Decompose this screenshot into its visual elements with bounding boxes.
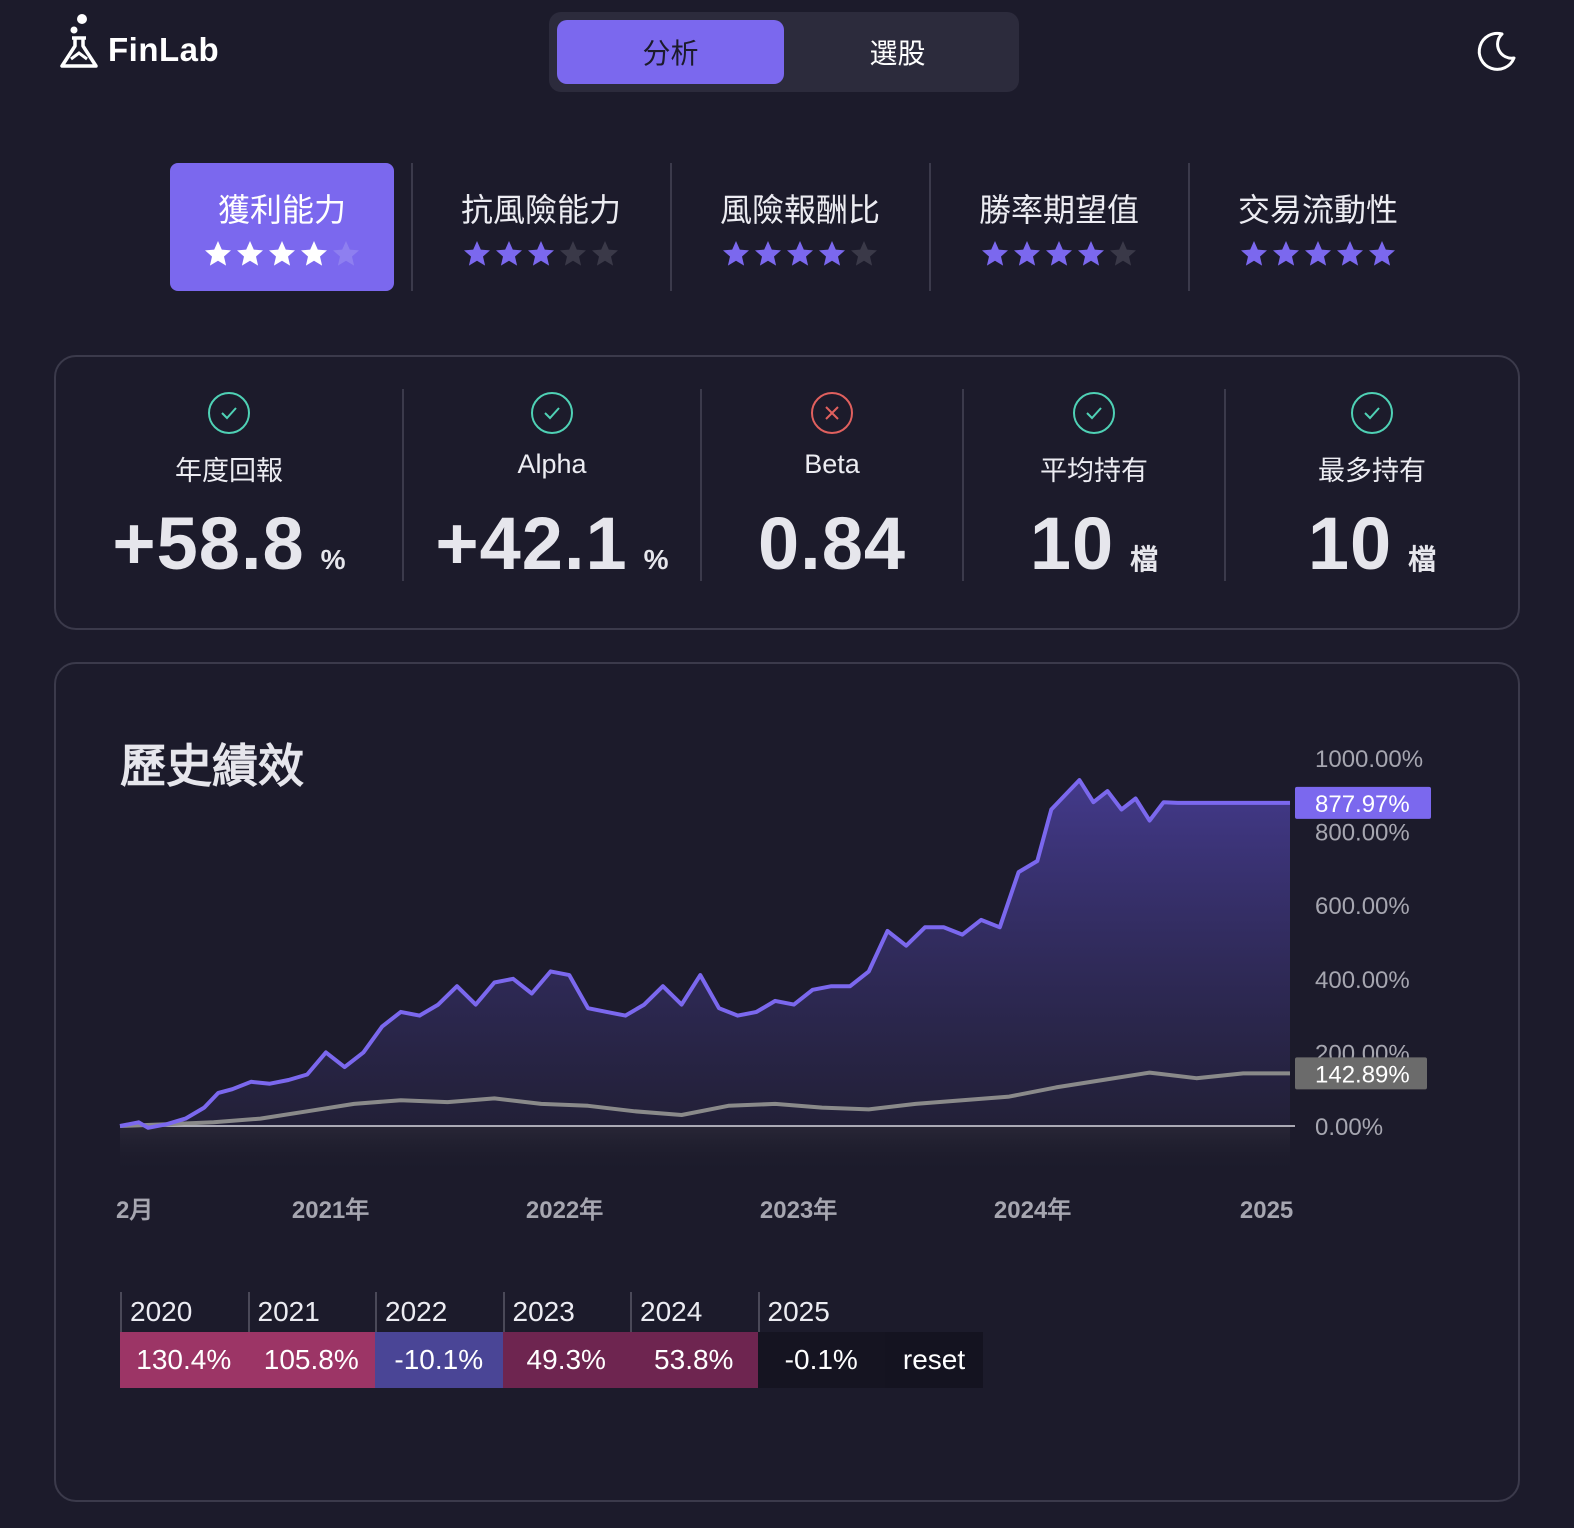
yearly-returns-table: 2020 130.4% 2021 105.8% 2022 -10.1% 2023… <box>120 1292 983 1388</box>
x-tick-label: 2月 <box>116 1197 153 1224</box>
year-column-2023[interactable]: 2023 49.3% <box>502 1292 631 1388</box>
y-tick-label: 400.00% <box>1315 967 1410 994</box>
year-label: 2022 <box>375 1292 503 1332</box>
year-return: 49.3% <box>502 1332 630 1388</box>
year-return: 105.8% <box>247 1332 375 1388</box>
year-label: 2024 <box>630 1292 758 1332</box>
y-tick-label: 0.00% <box>1315 1114 1383 1141</box>
year-column-2025[interactable]: 2025 -0.1% <box>757 1292 886 1388</box>
y-tick-label: 800.00% <box>1315 820 1410 847</box>
strategy-last-value: 877.97% <box>1315 791 1410 818</box>
y-tick-label: 600.00% <box>1315 893 1410 920</box>
year-column-2021[interactable]: 2021 105.8% <box>247 1292 376 1388</box>
x-tick-label: 2024年 <box>994 1196 1071 1224</box>
year-column-2022[interactable]: 2022 -10.1% <box>375 1292 503 1388</box>
benchmark-last-value: 142.89% <box>1315 1061 1410 1088</box>
year-return: -0.1% <box>757 1332 885 1388</box>
year-column-2020[interactable]: 2020 130.4% <box>120 1292 248 1388</box>
x-tick-label: 2023年 <box>760 1196 837 1224</box>
chart-below-zero-band <box>120 1126 1290 1174</box>
y-tick-label: 1000.00% <box>1315 746 1423 773</box>
year-return: 53.8% <box>630 1332 758 1388</box>
strategy-area <box>120 780 1290 1128</box>
reset-button[interactable]: reset <box>885 1332 983 1388</box>
year-label: 2020 <box>120 1292 248 1332</box>
x-tick-label: 2022年 <box>526 1196 603 1224</box>
year-label: 2023 <box>502 1292 631 1332</box>
x-tick-label: 2025 <box>1240 1197 1293 1224</box>
x-tick-label: 2021年 <box>292 1196 369 1224</box>
year-return: 130.4% <box>120 1332 248 1388</box>
year-label: 2021 <box>247 1292 376 1332</box>
year-label: 2025 <box>757 1292 886 1332</box>
year-column-2024[interactable]: 2024 53.8% <box>630 1292 758 1388</box>
year-return: -10.1% <box>375 1332 503 1388</box>
